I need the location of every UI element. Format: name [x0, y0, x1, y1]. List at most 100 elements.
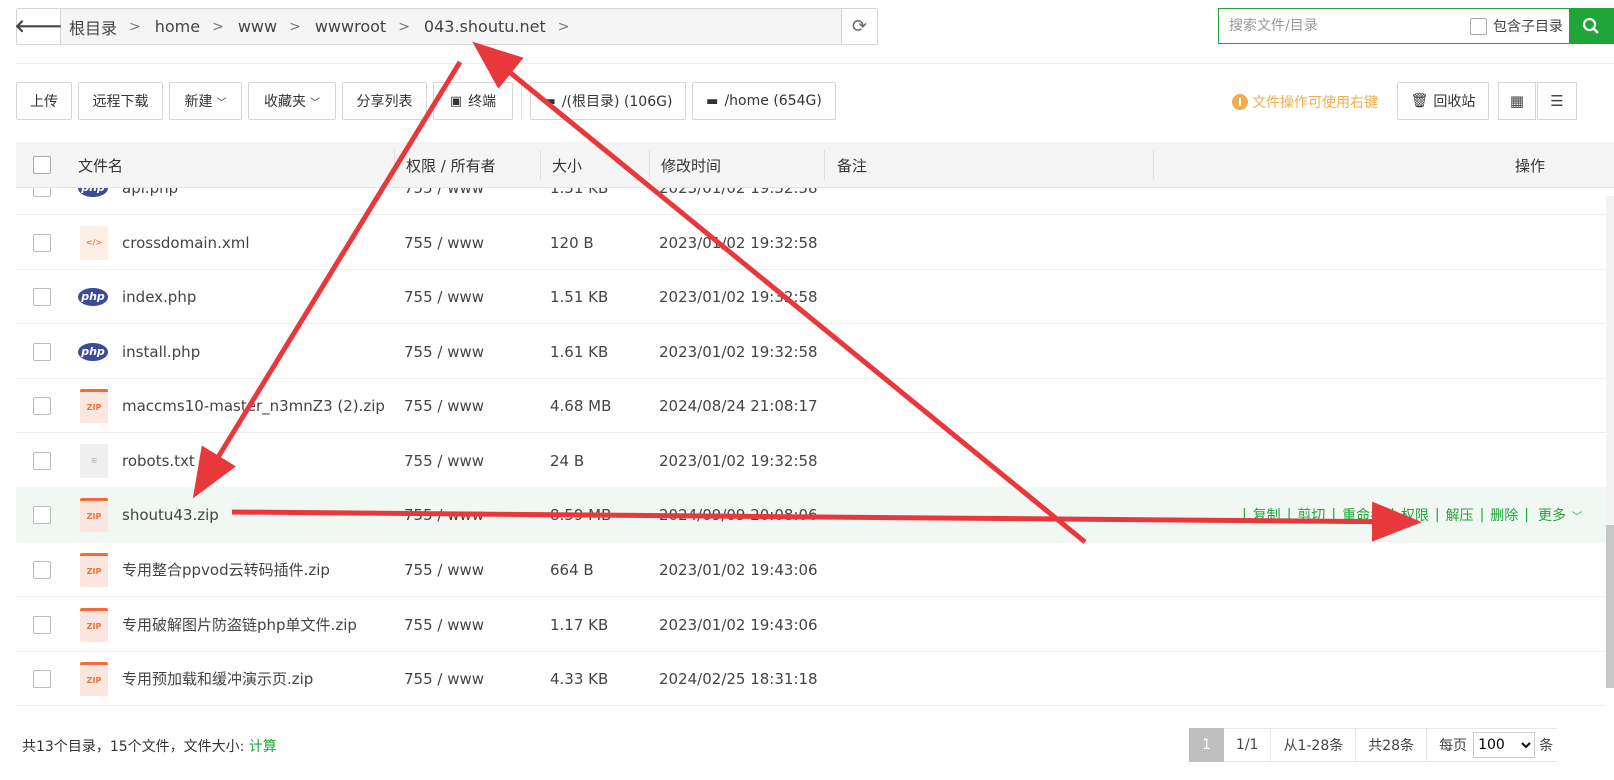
file-name[interactable]: robots.txt: [122, 452, 195, 470]
row-checkbox[interactable]: [33, 342, 51, 361]
row-checkbox[interactable]: [33, 396, 51, 415]
file-name[interactable]: shoutu43.zip: [122, 506, 219, 524]
rename-action[interactable]: 重命名: [1342, 505, 1384, 525]
file-perm[interactable]: 755 / www: [404, 288, 484, 306]
disk-root-button[interactable]: ▬ /(根目录) (106G): [530, 82, 686, 120]
file-name[interactable]: index.php: [122, 288, 196, 306]
include-subdir-checkbox[interactable]: [1470, 17, 1487, 35]
file-name[interactable]: maccms10-master_n3mnZ3 (2).zip: [122, 397, 385, 415]
scrollbar-thumb[interactable]: [1606, 525, 1614, 688]
file-name[interactable]: 专用整合ppvod云转码插件.zip: [122, 559, 330, 580]
row-checkbox[interactable]: [33, 233, 51, 252]
file-name[interactable]: 专用预加载和缓冲演示页.zip: [122, 668, 313, 689]
file-mtime: 2023/01/02 19:43:06: [659, 615, 818, 634]
file-perm[interactable]: 755 / www: [404, 234, 484, 252]
tip-label: 文件操作可使用右键: [1252, 95, 1378, 111]
share-list-button[interactable]: 分享列表: [342, 82, 427, 120]
row-checkbox[interactable]: [33, 451, 51, 470]
file-name[interactable]: 专用破解图片防盗链php单文件.zip: [122, 614, 357, 635]
php-file-icon: php: [78, 342, 108, 361]
table-row[interactable]: ZIP 专用预加载和缓冲演示页.zip 755 / www 4.33 KB 20…: [16, 651, 1606, 706]
file-perm[interactable]: 755 / www: [404, 561, 484, 579]
file-mtime: 2023/01/02 19:32:58: [659, 287, 818, 306]
table-row[interactable]: php api.php 755 / www 1.51 KB 2023/01/02…: [16, 188, 1606, 215]
row-checkbox[interactable]: [33, 188, 51, 197]
action-separator: |: [1524, 506, 1529, 523]
col-mtime-label: 修改时间: [661, 156, 722, 175]
table-row[interactable]: php install.php 755 / www 1.61 KB 2023/0…: [16, 324, 1606, 379]
extract-action[interactable]: 解压: [1446, 505, 1474, 525]
row-checkbox[interactable]: [33, 615, 51, 634]
terminal-button[interactable]: ▣ 终端: [433, 82, 513, 120]
col-perm[interactable]: 权限 / 所有者: [406, 142, 496, 188]
file-perm[interactable]: 755 / www: [404, 670, 484, 688]
disk-icon: ▬: [543, 93, 556, 109]
table-row[interactable]: ZIP 专用整合ppvod云转码插件.zip 755 / www 664 B 2…: [16, 542, 1606, 597]
calculate-link[interactable]: 计算: [249, 739, 277, 755]
row-checkbox[interactable]: [33, 287, 51, 306]
col-name[interactable]: 文件名: [78, 142, 123, 188]
more-action[interactable]: 更多 ﹀: [1535, 505, 1585, 525]
per-page-select[interactable]: 100: [1473, 732, 1536, 758]
list-view-button[interactable]: ☰: [1537, 82, 1577, 120]
chevron-right-icon: >: [129, 18, 141, 35]
row-checkbox[interactable]: [33, 505, 51, 524]
disk-home-button[interactable]: ▬ /home (654G): [692, 82, 836, 120]
crumb-root[interactable]: 根目录: [69, 15, 117, 39]
select-all-checkbox[interactable]: [33, 156, 51, 174]
crumb-home[interactable]: home: [155, 17, 200, 36]
file-perm[interactable]: 755 / www: [404, 343, 484, 361]
permission-action[interactable]: 权限: [1401, 505, 1429, 525]
file-perm[interactable]: 755 / www: [404, 506, 484, 524]
chevron-right-icon: >: [557, 18, 570, 35]
crumb-site[interactable]: 043.shoutu.net: [424, 17, 546, 36]
file-name[interactable]: crossdomain.xml: [122, 234, 250, 252]
page-current[interactable]: 1: [1189, 728, 1224, 762]
table-row[interactable]: ≡ robots.txt 755 / www 24 B 2023/01/02 1…: [16, 433, 1606, 488]
search-button[interactable]: [1569, 8, 1613, 44]
file-size: 4.33 KB: [550, 669, 609, 688]
file-perm[interactable]: 755 / www: [404, 452, 484, 470]
zip-file-icon: ZIP: [80, 607, 108, 642]
table-row[interactable]: php index.php 755 / www 1.51 KB 2023/01/…: [16, 269, 1606, 324]
include-subdir-toggle[interactable]: 包含子目录: [1470, 16, 1563, 36]
table-row[interactable]: </> crossdomain.xml 755 / www 120 B 2023…: [16, 215, 1606, 270]
col-mtime[interactable]: 修改时间: [661, 142, 721, 188]
select-all[interactable]: [33, 142, 57, 188]
summary-text: 共13个目录，15个文件，文件大小:: [22, 739, 245, 755]
recycle-bin-button[interactable]: 🗑 回收站: [1397, 82, 1489, 120]
favorites-button[interactable]: 收藏夹 ﹀: [248, 82, 336, 120]
grid-icon: ▦: [1509, 92, 1525, 110]
chevron-down-icon: ﹀: [1572, 511, 1582, 523]
search-input[interactable]: [1219, 9, 1470, 43]
back-button[interactable]: 🡐: [14, 9, 63, 44]
upload-button[interactable]: 上传: [16, 82, 72, 120]
new-button[interactable]: 新建 ﹀: [169, 82, 242, 120]
chevron-right-icon: >: [212, 18, 224, 35]
table-row[interactable]: ZIP 专用破解图片防盗链php单文件.zip 755 / www 1.17 K…: [16, 597, 1606, 652]
row-checkbox[interactable]: [33, 560, 51, 579]
file-name[interactable]: install.php: [122, 343, 200, 361]
refresh-button[interactable]: ⟳: [841, 9, 877, 44]
zip-file-icon: ZIP: [80, 388, 108, 423]
remote-download-button[interactable]: 远程下载: [78, 82, 163, 120]
file-mtime: 2024/09/09 20:08:06: [659, 505, 818, 524]
file-perm[interactable]: 755 / www: [404, 188, 484, 197]
delete-action[interactable]: 删除: [1490, 505, 1518, 525]
row-checkbox[interactable]: [33, 669, 51, 688]
col-size[interactable]: 大小: [552, 142, 582, 188]
grid-view-button[interactable]: ▦: [1498, 82, 1536, 120]
file-perm[interactable]: 755 / www: [404, 397, 484, 415]
chevron-right-icon: >: [398, 18, 410, 35]
file-name[interactable]: api.php: [122, 188, 178, 197]
copy-action[interactable]: 复制: [1253, 505, 1281, 525]
column-divider: [1153, 150, 1154, 180]
crumb-www[interactable]: www: [238, 17, 277, 36]
table-row[interactable]: ZIP maccms10-master_n3mnZ3 (2).zip 755 /…: [16, 378, 1606, 433]
toolbar-divider: [521, 82, 522, 120]
file-perm[interactable]: 755 / www: [404, 616, 484, 634]
table-row-hovered[interactable]: ZIP shoutu43.zip 755 / www 8.59 MB 2024/…: [16, 487, 1606, 542]
terminal-label: 终端: [468, 94, 497, 110]
cut-action[interactable]: 剪切: [1297, 505, 1325, 525]
crumb-wwwroot[interactable]: wwwroot: [315, 17, 386, 36]
